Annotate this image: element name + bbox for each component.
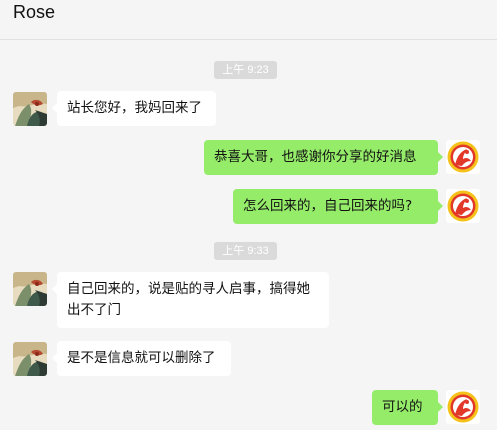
contact-avatar-image <box>13 272 47 306</box>
message-text: 可以的 <box>382 399 423 415</box>
contact-avatar[interactable] <box>13 272 47 306</box>
contact-avatar-image <box>13 342 47 376</box>
contact-avatar[interactable] <box>13 92 47 126</box>
user-avatar[interactable] <box>446 140 480 174</box>
message-text-line: 出不了门 <box>67 302 121 318</box>
message-text: 怎么回来的，自己回来的吗? <box>243 198 413 214</box>
chat-header: Rose <box>0 0 497 40</box>
user-avatar-image <box>446 189 480 223</box>
user-avatar-image <box>446 140 480 174</box>
contact-avatar-image <box>13 92 47 126</box>
message-bubble[interactable]: 恭喜大哥，也感谢你分享的好消息 <box>204 140 443 175</box>
contact-avatar[interactable] <box>13 342 47 376</box>
message-bubble[interactable]: 可以的 <box>372 390 443 425</box>
message-bubble[interactable]: 是不是信息就可以删除了 <box>52 341 231 376</box>
timestamp: 上午 9:33 <box>214 242 277 260</box>
message-text: 恭喜大哥，也感谢你分享的好消息 <box>214 149 417 165</box>
user-avatar[interactable] <box>446 189 480 223</box>
chat-title: Rose <box>13 2 56 22</box>
message-text: 站长您好，我妈回来了 <box>67 100 202 116</box>
message-bubble[interactable]: 自己回来的，说是贴的寻人启事，搞得她 出不了门 <box>52 272 329 328</box>
timestamp: 上午 9:23 <box>214 61 277 79</box>
message-text-line: 自己回来的，说是贴的寻人启事，搞得她 <box>67 281 310 297</box>
user-avatar[interactable] <box>446 390 480 424</box>
message-bubble[interactable]: 怎么回来的，自己回来的吗? <box>233 189 443 224</box>
user-avatar-image <box>446 390 480 424</box>
message-text: 是不是信息就可以删除了 <box>67 350 216 366</box>
message-bubble[interactable]: 站长您好，我妈回来了 <box>52 91 216 126</box>
